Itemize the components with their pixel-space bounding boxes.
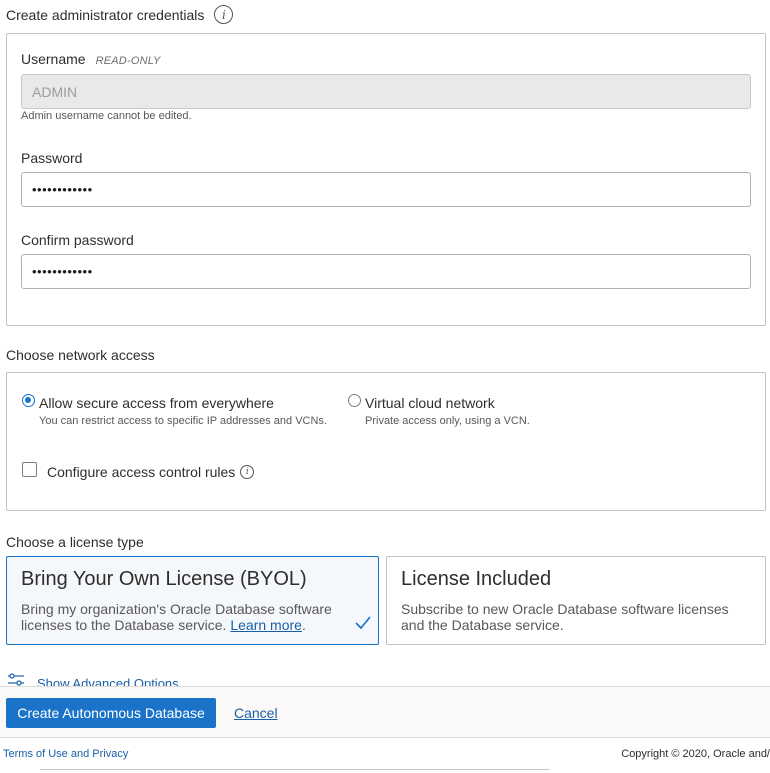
credentials-panel: Username READ-ONLY ADMIN Admin username … [6, 33, 766, 326]
checkmark-icon [355, 616, 371, 630]
confirm-password-value: •••••••••••• [32, 264, 93, 279]
radio-vcn[interactable] [348, 394, 361, 407]
cancel-button[interactable]: Cancel [234, 705, 278, 721]
license-card-title: Bring Your Own License (BYOL) [21, 568, 307, 590]
info-icon[interactable]: i [240, 465, 255, 479]
option-vcn-label[interactable]: Virtual cloud network [365, 395, 495, 411]
create-autonomous-database-button[interactable]: Create Autonomous Database [6, 698, 216, 728]
license-desc-line: Subscribe to new Oracle Database softwar… [401, 601, 729, 617]
option-everywhere-help: You can restrict access to specific IP a… [39, 415, 327, 427]
confirm-password-input[interactable]: •••••••••••• [21, 254, 751, 289]
action-bar: Create Autonomous Database Cancel [0, 686, 770, 738]
license-card-byol[interactable]: Bring Your Own License (BYOL) Bring my o… [6, 556, 379, 645]
password-input[interactable]: •••••••••••• [21, 172, 751, 207]
radio-everywhere[interactable] [22, 394, 35, 407]
license-card-included[interactable]: License Included Subscribe to new Oracle… [386, 556, 766, 645]
sliders-icon [8, 673, 24, 686]
terms-link[interactable]: Terms of Use and Privacy [3, 748, 128, 760]
acl-checkbox[interactable] [22, 462, 37, 477]
network-panel: Allow secure access from everywhere You … [6, 372, 766, 511]
option-vcn-help: Private access only, using a VCN. [365, 415, 530, 427]
info-icon[interactable]: i [214, 5, 234, 24]
show-advanced-options[interactable]: Show Advanced Options [7, 672, 179, 686]
password-value: •••••••••••• [32, 182, 93, 197]
license-card-desc: Subscribe to new Oracle Database softwar… [401, 601, 729, 633]
username-field: ADMIN [21, 74, 751, 109]
confirm-password-label: Confirm password [21, 232, 134, 248]
username-helper: Admin username cannot be edited. [21, 110, 192, 122]
option-everywhere-label[interactable]: Allow secure access from everywhere [39, 395, 274, 411]
acl-label-row: Configure access control rules i [47, 464, 255, 480]
readonly-tag: READ-ONLY [95, 55, 161, 67]
show-advanced-label[interactable]: Show Advanced Options [37, 672, 179, 687]
acl-label[interactable]: Configure access control rules [47, 464, 235, 480]
username-value: ADMIN [32, 83, 78, 100]
password-label: Password [21, 150, 83, 166]
learn-more-link[interactable]: Learn more [230, 617, 302, 633]
username-label-row: Username READ-ONLY [21, 51, 161, 67]
license-card-desc: Bring my organization's Oracle Database … [21, 601, 332, 633]
username-label: Username [21, 51, 86, 67]
license-desc-line: Bring my organization's Oracle Database … [21, 601, 332, 617]
license-desc-line: licenses to the Database service. Learn … [21, 617, 306, 633]
license-card-title: License Included [401, 568, 552, 590]
license-desc-line: and the Database service. [401, 617, 564, 633]
footer-divider [40, 769, 550, 770]
credentials-section-title: Create administrator credentials i [6, 5, 234, 24]
network-section-title: Choose network access [6, 347, 155, 363]
copyright-text: Copyright © 2020, Oracle and/ [621, 748, 770, 760]
license-section-title: Choose a license type [6, 534, 144, 550]
